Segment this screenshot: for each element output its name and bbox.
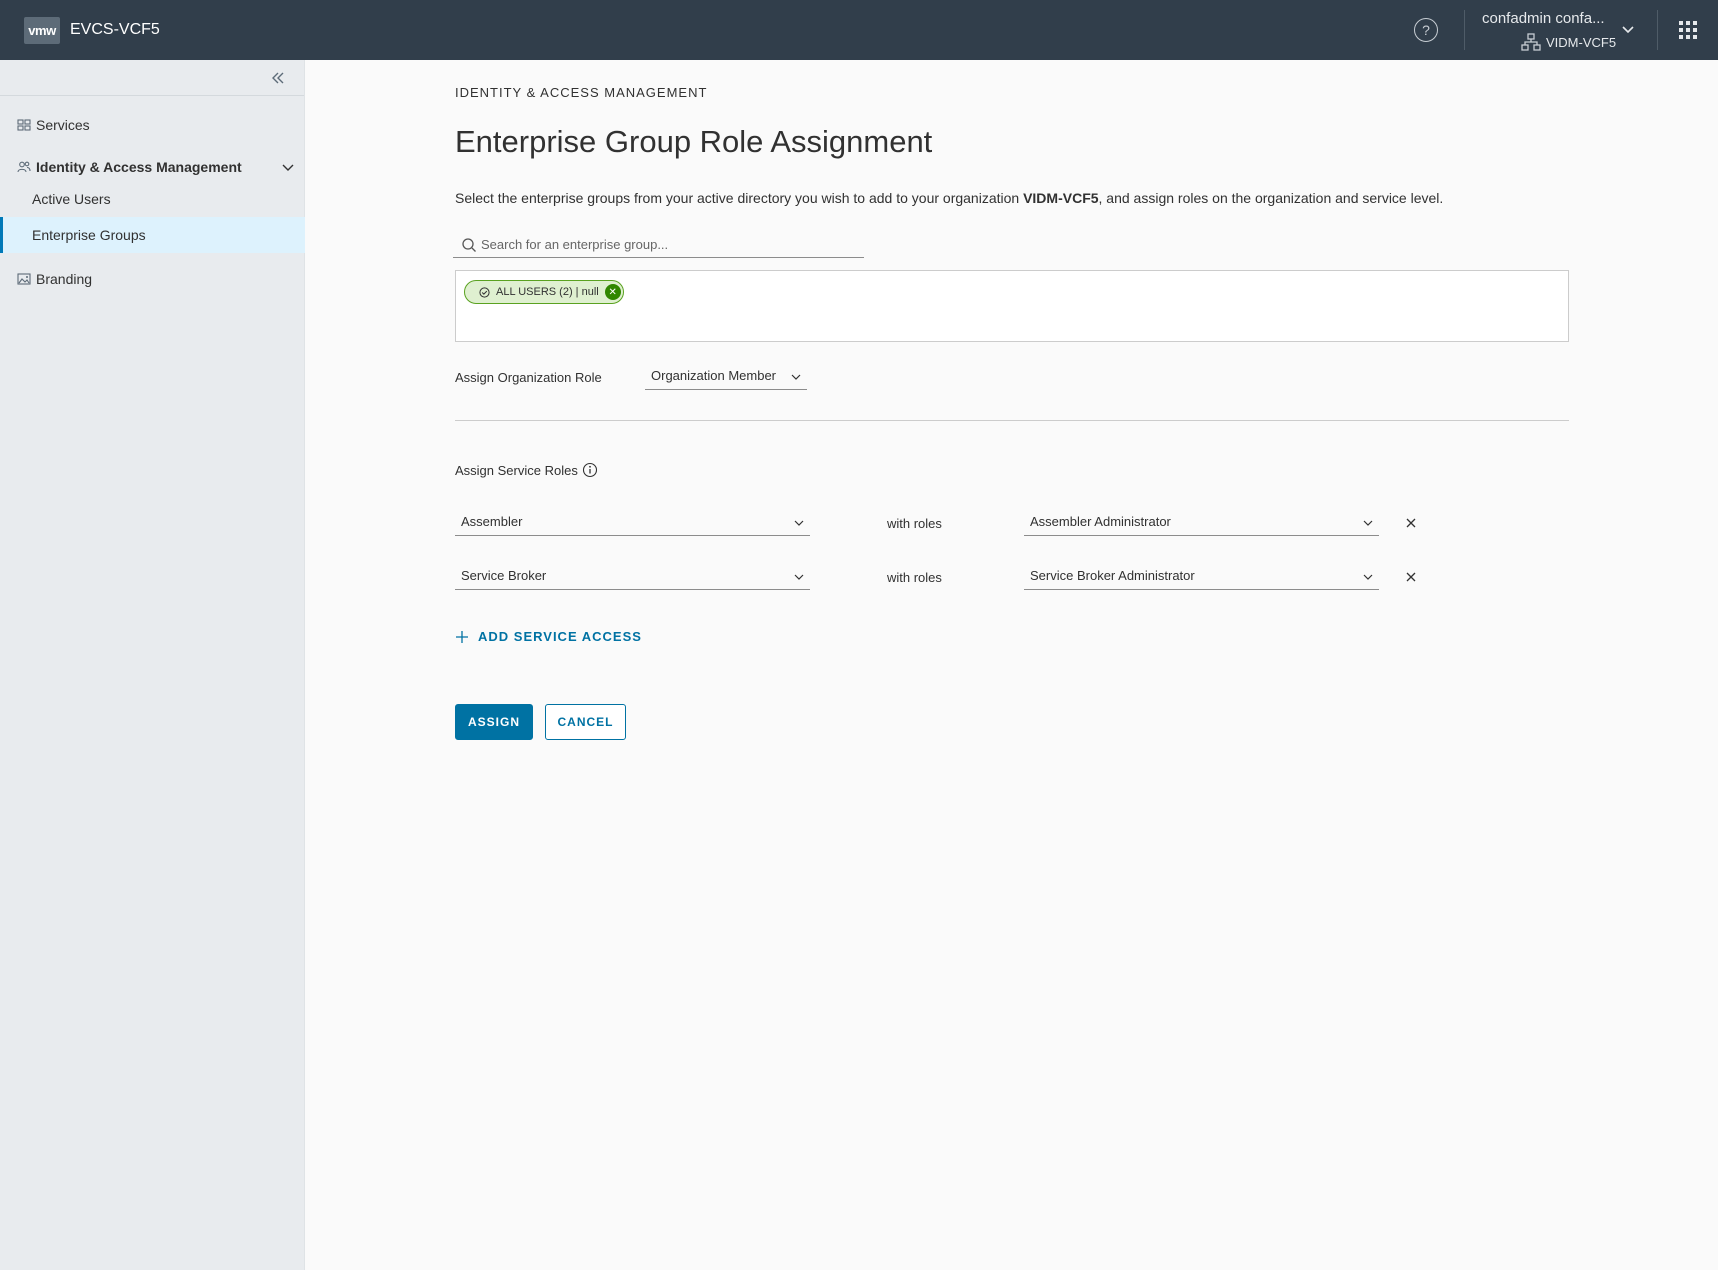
sidebar-item-active-users[interactable]: Active Users: [0, 181, 305, 217]
cancel-button[interactable]: CANCEL: [545, 704, 626, 740]
sidebar-item-branding[interactable]: Branding: [0, 261, 305, 297]
breadcrumb: IDENTITY & ACCESS MANAGEMENT: [455, 85, 708, 100]
service-select[interactable]: Assembler: [455, 508, 810, 536]
chevron-down-icon: [794, 520, 804, 526]
selected-group-chip: ALL USERS (2) | null ✕: [464, 280, 624, 304]
add-service-access-label: ADD SERVICE ACCESS: [478, 629, 642, 644]
app-title: EVCS-VCF5: [70, 21, 160, 38]
role-select-value: Assembler Administrator: [1030, 514, 1171, 529]
chevron-down-icon: [791, 374, 801, 380]
chevron-down-icon: [1363, 520, 1373, 526]
page-title: Enterprise Group Role Assignment: [455, 124, 933, 159]
sidebar-group-iam[interactable]: Identity & Access Management: [0, 149, 305, 185]
sidebar-item-services[interactable]: Services: [0, 107, 305, 143]
intro-org-name: VIDM-VCF5: [1023, 190, 1099, 206]
sidebar-item-enterprise-groups[interactable]: Enterprise Groups: [0, 217, 305, 253]
org-role-label: Assign Organization Role: [455, 370, 602, 385]
sidebar-item-label: Services: [36, 117, 90, 133]
sidebar: Services Identity & Access Management Ac…: [0, 60, 305, 1270]
selected-group-label: ALL USERS (2) | null: [496, 286, 599, 298]
user-menu[interactable]: confadmin confa... VIDM-VCF5: [1465, 0, 1657, 60]
check-circle-icon: [479, 286, 490, 298]
role-select-value: Service Broker Administrator: [1030, 568, 1195, 583]
chevron-down-icon: [794, 574, 804, 580]
chevron-down-icon: [1622, 26, 1634, 34]
remove-service-row-button[interactable]: [1402, 514, 1420, 532]
org-role-value: Organization Member: [651, 368, 776, 383]
role-select[interactable]: Service Broker Administrator: [1024, 562, 1379, 590]
service-roles-label: Assign Service Roles: [455, 462, 598, 478]
header-actions: ? confadmin confa... VIDM-VCF5: [1414, 0, 1718, 60]
services-grid-icon: [16, 117, 32, 133]
service-roles-label-text: Assign Service Roles: [455, 462, 578, 478]
close-icon: [1406, 518, 1416, 528]
remove-service-row-button[interactable]: [1402, 568, 1420, 586]
main-content: IDENTITY & ACCESS MANAGEMENT Enterprise …: [305, 60, 1718, 1270]
organization-icon: [1521, 33, 1541, 51]
service-select-value: Service Broker: [461, 568, 547, 583]
section-divider: [455, 420, 1569, 421]
users-icon: [16, 159, 32, 175]
service-select[interactable]: Service Broker: [455, 562, 810, 590]
image-icon: [16, 271, 32, 287]
top-header: vmw EVCS-VCF5 ? confadmin confa... VIDM-…: [0, 0, 1718, 60]
intro-text: Select the enterprise groups from your a…: [455, 190, 1443, 206]
brand[interactable]: vmw EVCS-VCF5: [24, 16, 160, 44]
intro-text-end: , and assign roles on the organization a…: [1098, 190, 1444, 206]
role-select[interactable]: Assembler Administrator: [1024, 508, 1379, 536]
with-roles-label: with roles: [887, 516, 942, 531]
close-icon: [1406, 572, 1416, 582]
double-chevron-left-icon[interactable]: [266, 66, 290, 90]
with-roles-label: with roles: [887, 570, 942, 585]
group-search-input[interactable]: [481, 237, 841, 252]
selected-groups-box: ALL USERS (2) | null ✕: [455, 270, 1569, 342]
sidebar-item-label: Active Users: [32, 191, 111, 207]
vmware-logo: vmw: [24, 16, 60, 44]
service-select-value: Assembler: [461, 514, 523, 529]
apps-grid-icon: [1679, 21, 1697, 39]
plus-icon: [456, 630, 468, 643]
search-icon: [462, 237, 476, 252]
assign-button[interactable]: ASSIGN: [455, 704, 533, 740]
chevron-down-icon: [282, 164, 294, 171]
add-service-access-button[interactable]: ADD SERVICE ACCESS: [455, 629, 642, 644]
org-role-select[interactable]: Organization Member: [645, 362, 807, 390]
help-circle-icon[interactable]: ?: [1414, 18, 1438, 42]
intro-text-start: Select the enterprise groups from your a…: [455, 190, 1024, 206]
user-name: confadmin confa...: [1482, 10, 1605, 27]
org-name: VIDM-VCF5: [1546, 34, 1617, 50]
chevron-down-icon: [1363, 574, 1373, 580]
group-search: [453, 232, 864, 258]
sidebar-collapse-row: [0, 60, 304, 96]
sidebar-item-label: Enterprise Groups: [32, 227, 146, 243]
sidebar-group-label: Identity & Access Management: [36, 159, 242, 175]
org-indicator: VIDM-VCF5: [1520, 33, 1616, 51]
app-switcher-button[interactable]: [1658, 0, 1718, 60]
info-icon[interactable]: [582, 462, 598, 478]
remove-chip-icon[interactable]: ✕: [604, 284, 621, 300]
sidebar-item-label: Branding: [36, 271, 93, 287]
